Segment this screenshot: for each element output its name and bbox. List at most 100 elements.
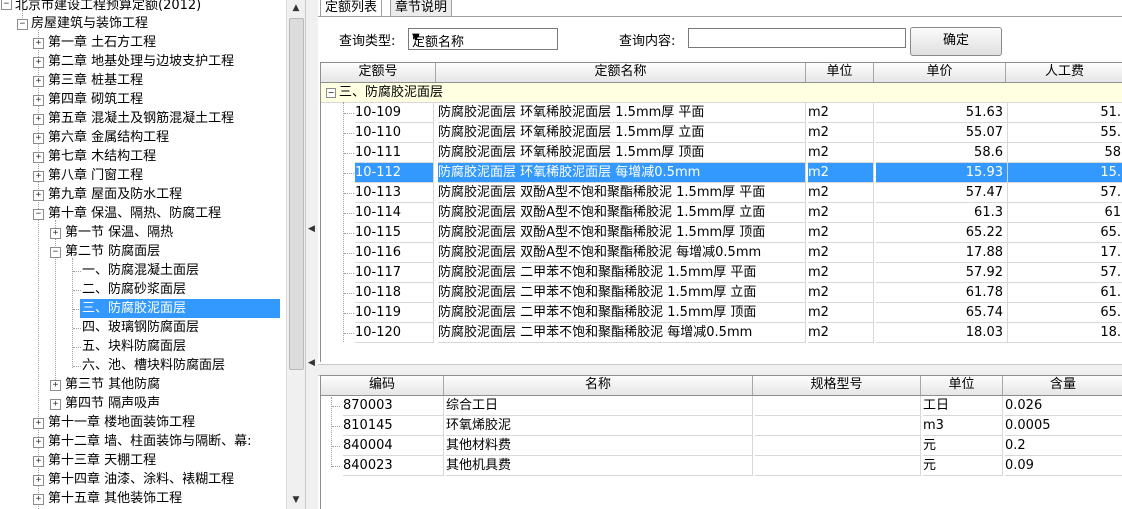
plus-box-icon[interactable]: +: [33, 475, 44, 486]
col-header[interactable]: 名称: [444, 376, 753, 395]
tree-node-item[interactable]: 二、防腐砂浆面层: [80, 280, 188, 299]
tree-node-chapter[interactable]: 第六章 金属结构工程: [46, 128, 171, 147]
col-header[interactable]: 含量: [1003, 376, 1122, 395]
table-row[interactable]: 10-114 防腐胶泥面层 双酚A型不饱和聚酯稀胶泥 1.5mm厚 立面 m2 61.…: [321, 203, 1122, 223]
table-row[interactable]: 10-120 防腐胶泥面层 二甲苯不饱和聚酯稀胶泥 每增减0.5mm m2 18.03…: [321, 323, 1122, 343]
tree-node-section[interactable]: 房屋建筑与装饰工程: [29, 14, 150, 33]
chapter-tree[interactable]: − 北京市建设工程预算定额(2012) − 房屋建筑与装饰工程 + 第一章 土石方…: [0, 0, 286, 509]
plus-box-icon[interactable]: +: [50, 228, 61, 239]
tree-node-label: 四、玻璃钢防腐面层: [82, 320, 200, 335]
arrow-up-icon[interactable]: ▲: [287, 0, 305, 17]
arrow-left-icon[interactable]: ◀: [308, 224, 316, 234]
plus-box-icon[interactable]: +: [33, 114, 44, 125]
table-cell: 51.: [1008, 103, 1122, 123]
tree-node-root[interactable]: 北京市建设工程预算定额(2012): [13, 0, 203, 15]
table-row[interactable]: 10-113 防腐胶泥面层 双酚A型不饱和聚酯稀胶泥 1.5mm厚 平面 m2 57.…: [321, 183, 1122, 203]
tree-node-chapter[interactable]: 第九章 屋面及防水工程: [46, 185, 184, 204]
scroll-thumb[interactable]: [289, 18, 304, 370]
plus-box-icon[interactable]: +: [33, 38, 44, 49]
tree-node-chapter[interactable]: 第五章 混凝土及钢筋混凝土工程: [46, 109, 236, 128]
tree-node-chapter[interactable]: 第三章 桩基工程: [46, 71, 145, 90]
confirm-button[interactable]: 确定: [910, 27, 1002, 56]
tab-chapter-notes[interactable]: 章节说明: [390, 0, 453, 17]
col-header[interactable]: 人工费: [1006, 63, 1122, 82]
table-row[interactable]: 10-109 防腐胶泥面层 环氧稀胶泥面层 1.5mm厚 平面 m2 51.63 51.: [321, 103, 1122, 123]
table-row[interactable]: 10-118 防腐胶泥面层 二甲苯不饱和聚酯稀胶泥 1.5mm厚 立面 m2 61.7…: [321, 283, 1122, 303]
minus-box-icon[interactable]: −: [17, 19, 28, 30]
tree-node-chapter[interactable]: 第十五章 其他装饰工程: [46, 489, 184, 508]
tree-node-chapter[interactable]: 第十二章 墙、柱面装饰与隔断、幕:: [46, 432, 254, 451]
tree-node-subsection[interactable]: 第一节 保温、隔热: [63, 223, 175, 242]
col-header[interactable]: 单位: [921, 376, 1003, 395]
tree-node-item[interactable]: 六、池、槽块料防腐面层: [80, 356, 227, 375]
tree-scrollbar[interactable]: ▲ ▼: [286, 0, 305, 509]
col-header[interactable]: 编码: [321, 376, 444, 395]
tree-node-subsection[interactable]: 第三节 其他防腐: [63, 375, 162, 394]
plus-box-icon[interactable]: +: [33, 171, 44, 182]
plus-box-icon[interactable]: +: [33, 437, 44, 448]
table-cell: m2: [808, 163, 874, 183]
tree-node-chapter[interactable]: 第十一章 楼地面装饰工程: [46, 413, 197, 432]
tree-node-chapter[interactable]: 第一章 土石方工程: [46, 33, 158, 52]
tree-node-chapter[interactable]: 第十四章 油漆、涂料、裱糊工程: [46, 470, 236, 489]
plus-box-icon[interactable]: +: [33, 418, 44, 429]
plus-box-icon[interactable]: +: [33, 494, 44, 505]
arrow-left-icon[interactable]: ◀: [308, 358, 316, 368]
tree-node-subsection[interactable]: 第二节 防腐面层: [63, 242, 162, 261]
query-content-input[interactable]: [688, 28, 906, 48]
tree-node-chapter[interactable]: 第八章 门窗工程: [46, 166, 145, 185]
tree-node-chapter[interactable]: 第十三章 天棚工程: [46, 451, 158, 470]
col-header[interactable]: 定额号: [321, 63, 436, 82]
tree-node-subsection[interactable]: 第四节 隔声吸声: [63, 394, 162, 413]
table-row[interactable]: 10-117 防腐胶泥面层 二甲苯不饱和聚酯稀胶泥 1.5mm厚 平面 m2 57.9…: [321, 263, 1122, 283]
table-row[interactable]: 870003 综合工日 工日 0.026: [321, 396, 1122, 416]
tree-node-item[interactable]: 五、块料防腐面层: [80, 337, 188, 356]
plus-box-icon[interactable]: +: [33, 456, 44, 467]
plus-box-icon[interactable]: +: [33, 95, 44, 106]
tree-node-item[interactable]: 三、防腐胶泥面层: [80, 299, 280, 318]
plus-box-icon[interactable]: +: [33, 133, 44, 144]
minus-box-icon[interactable]: −: [326, 88, 336, 98]
minus-box-icon[interactable]: −: [50, 247, 61, 258]
plus-box-icon[interactable]: +: [50, 399, 61, 410]
table-row[interactable]: 10-110 防腐胶泥面层 环氧稀胶泥面层 1.5mm厚 立面 m2 55.07 55.: [321, 123, 1122, 143]
col-header[interactable]: 规格型号: [753, 376, 921, 395]
table-row[interactable]: 10-115 防腐胶泥面层 双酚A型不饱和聚酯稀胶泥 1.5mm厚 顶面 m2 65.…: [321, 223, 1122, 243]
arrow-down-icon[interactable]: ▼: [287, 492, 305, 509]
tree-node-chapter[interactable]: 第二章 地基处理与边坡支护工程: [46, 52, 236, 71]
col-header[interactable]: 单价: [874, 63, 1006, 82]
plus-box-icon[interactable]: +: [33, 190, 44, 201]
table-header: 编码 名称 规格型号 单位 含量: [321, 375, 1122, 396]
tree-node-chapter[interactable]: 第四章 砌筑工程: [46, 90, 145, 109]
tree-node-label: 第二节 防腐面层: [65, 244, 161, 259]
table-row[interactable]: 10-116 防腐胶泥面层 双酚A型不饱和聚酯稀胶泥 每增减0.5mm m2 17.8…: [321, 243, 1122, 263]
tree-node-item[interactable]: 四、玻璃钢防腐面层: [80, 318, 201, 337]
panel-splitter[interactable]: ◀ ◀: [305, 0, 319, 509]
chevron-down-icon[interactable]: ▼: [412, 32, 553, 43]
table-row[interactable]: 10-119 防腐胶泥面层 二甲苯不饱和聚酯稀胶泥 1.5mm厚 顶面 m2 65.7…: [321, 303, 1122, 323]
table-row[interactable]: 10-112 防腐胶泥面层 环氧稀胶泥面层 每增减0.5mm m2 15.93 15.: [321, 163, 1122, 183]
table-cell: [755, 416, 921, 436]
tree-node-chapter[interactable]: 第十章 保温、隔热、防腐工程: [46, 204, 223, 223]
group-row[interactable]: − 三、防腐胶泥面层: [321, 83, 1122, 103]
plus-box-icon[interactable]: +: [33, 152, 44, 163]
col-header[interactable]: 定额名称: [436, 63, 806, 82]
minus-box-icon[interactable]: −: [1, 0, 12, 10]
tree-node-label: 第十一章 楼地面装饰工程: [48, 415, 196, 430]
query-type-label: 查询类型:: [339, 34, 396, 49]
plus-box-icon[interactable]: +: [50, 380, 61, 391]
table-cell: 15.: [1008, 163, 1122, 183]
table-row[interactable]: 810145 环氧烯胶泥 m3 0.0005: [321, 416, 1122, 436]
minus-box-icon[interactable]: −: [33, 209, 44, 220]
plus-box-icon[interactable]: +: [33, 57, 44, 68]
plus-box-icon[interactable]: +: [33, 76, 44, 87]
table-row[interactable]: 840023 其他机具费 元 0.09: [321, 456, 1122, 476]
query-type-select[interactable]: 定额名称 ▼: [408, 28, 558, 50]
table-row[interactable]: 10-111 防腐胶泥面层 环氧稀胶泥面层 1.5mm厚 顶面 m2 58.6 58: [321, 143, 1122, 163]
tab-quota-list[interactable]: 定额列表: [320, 0, 383, 17]
table-cell: 58.6: [876, 143, 1008, 163]
tree-node-chapter[interactable]: 第七章 木结构工程: [46, 147, 158, 166]
table-row[interactable]: 840004 其他材料费 元 0.2: [321, 436, 1122, 456]
col-header[interactable]: 单位: [806, 63, 874, 82]
tree-node-item[interactable]: 一、防腐混凝土面层: [80, 261, 201, 280]
